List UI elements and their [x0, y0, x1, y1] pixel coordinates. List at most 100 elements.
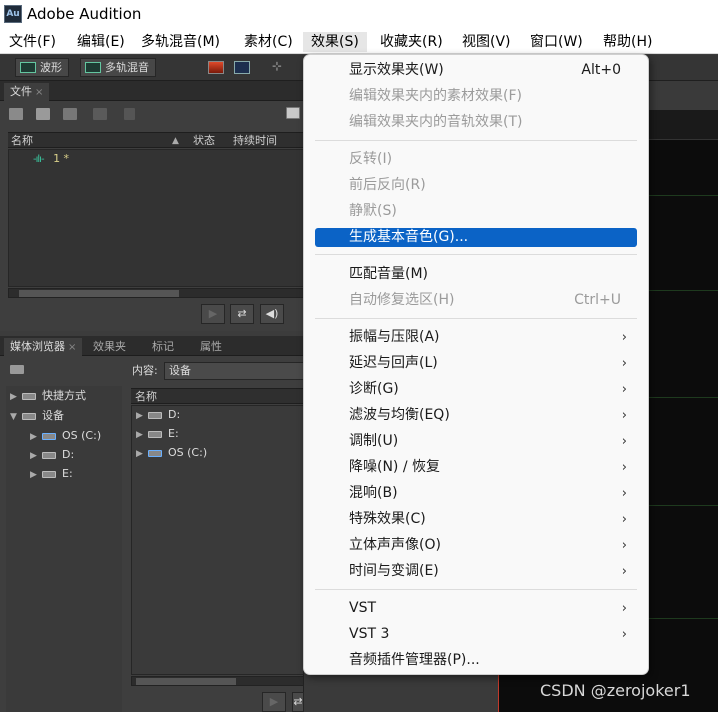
- files-toolbar: [0, 103, 303, 125]
- tree-item-shortcuts[interactable]: ▶ 快捷方式: [10, 387, 86, 405]
- tab-properties[interactable]: 属性: [194, 338, 228, 356]
- search-icon[interactable]: [286, 107, 300, 119]
- multitrack-view-label: 多轨混音: [105, 61, 149, 74]
- menu-file[interactable]: 文件(F): [8, 32, 57, 52]
- menu-item-label: VST 3: [349, 626, 390, 642]
- menu-item-filter-eq[interactable]: 滤波与均衡(EQ) ›: [315, 406, 637, 425]
- menu-item-generate-tones[interactable]: 生成基本音色(G)...: [315, 228, 637, 247]
- delete-icon[interactable]: [124, 108, 135, 120]
- menu-item-label: 时间与变调(E): [349, 563, 439, 579]
- move-tool-icon[interactable]: ⊹: [272, 60, 288, 73]
- menu-item-delay-echo[interactable]: 延迟与回声(L) ›: [315, 354, 637, 373]
- tab-markers[interactable]: 标记: [146, 338, 180, 356]
- expand-icon[interactable]: ▶: [10, 388, 22, 406]
- tree-item-devices[interactable]: ▼ 设备: [10, 407, 64, 425]
- open-file-icon[interactable]: [9, 108, 23, 120]
- close-icon[interactable]: ×: [35, 87, 43, 98]
- menu-item-label: 滤波与均衡(EQ): [349, 407, 450, 423]
- tree-item-drive-d[interactable]: ▶ D:: [30, 446, 74, 464]
- horizontal-scrollbar[interactable]: [8, 288, 304, 298]
- loop-button[interactable]: ⇄: [230, 304, 254, 324]
- device-icon: [22, 412, 36, 420]
- menu-item-diagnostics[interactable]: 诊断(G) ›: [315, 380, 637, 399]
- menu-item-vst3[interactable]: VST 3 ›: [315, 625, 637, 644]
- scrollbar-thumb[interactable]: [19, 290, 179, 297]
- tree-item-drive-c[interactable]: ▶ OS (C:): [30, 427, 101, 445]
- collapse-icon[interactable]: ▼: [10, 408, 22, 426]
- expand-icon[interactable]: ▶: [136, 445, 148, 463]
- menu-item-label: 振幅与压限(A): [349, 329, 440, 345]
- list-item[interactable]: ▶ D:: [136, 406, 180, 424]
- tab-media-browser[interactable]: 媒体浏览器 ×: [4, 338, 83, 356]
- menu-item-time-pitch[interactable]: 时间与变调(E) ›: [315, 562, 637, 581]
- menu-window[interactable]: 窗口(W): [529, 32, 584, 52]
- horizontal-scrollbar[interactable]: [131, 676, 304, 686]
- menu-edit[interactable]: 编辑(E): [76, 32, 126, 52]
- menu-item-match-volume[interactable]: 匹配音量(M): [315, 265, 637, 284]
- import-file-icon[interactable]: [36, 108, 50, 120]
- chevron-right-icon: ›: [621, 460, 627, 475]
- tree-item-label: E:: [62, 467, 73, 480]
- waveform-view-button[interactable]: 波形: [15, 58, 69, 77]
- menu-item-show-effects-rack[interactable]: 显示效果夹(W) Alt+0: [315, 61, 637, 80]
- menu-item-special[interactable]: 特殊效果(C) ›: [315, 510, 637, 529]
- menu-clip[interactable]: 素材(C): [243, 32, 294, 52]
- column-name[interactable]: 名称: [135, 389, 157, 405]
- drive-icon[interactable]: [10, 365, 24, 374]
- expand-icon[interactable]: ▶: [136, 426, 148, 444]
- content-label: 内容:: [132, 364, 158, 377]
- tab-files-label: 文件: [10, 85, 32, 98]
- menu-item-label: VST: [349, 600, 377, 616]
- pitch-display-icon[interactable]: [234, 61, 250, 74]
- tree-item-label: 设备: [42, 409, 64, 422]
- menu-item-reverb[interactable]: 混响(B) ›: [315, 484, 637, 503]
- menu-item-modulation[interactable]: 调制(U) ›: [315, 432, 637, 451]
- list-item[interactable]: ▶ E:: [136, 425, 179, 443]
- menu-multitrack[interactable]: 多轨混音(M): [140, 32, 221, 52]
- menu-help[interactable]: 帮助(H): [602, 32, 653, 52]
- list-item[interactable]: ▶ OS (C:): [136, 444, 207, 462]
- play-button[interactable]: ▶: [201, 304, 225, 324]
- column-status[interactable]: 状态: [193, 133, 215, 149]
- menu-item-plugin-manager[interactable]: 音频插件管理器(P)...: [315, 651, 637, 670]
- close-icon[interactable]: ×: [68, 342, 76, 353]
- column-name[interactable]: 名称: [11, 133, 33, 149]
- expand-icon[interactable]: ▶: [30, 428, 42, 446]
- menu-item-vst[interactable]: VST ›: [315, 599, 637, 618]
- menu-favorites[interactable]: 收藏夹(R): [379, 32, 444, 52]
- title-bar: Au Adobe Audition: [0, 0, 718, 30]
- play-button[interactable]: ▶: [262, 692, 286, 712]
- menu-view[interactable]: 视图(V): [461, 32, 512, 52]
- autoplay-button[interactable]: ◀): [260, 304, 284, 324]
- tree-item-drive-e[interactable]: ▶ E:: [30, 465, 73, 483]
- tab-effects-rack[interactable]: 效果夹: [87, 338, 132, 356]
- spectral-display-icon[interactable]: [208, 61, 224, 74]
- menu-effects[interactable]: 效果(S): [303, 32, 367, 52]
- scrollbar-thumb[interactable]: [136, 678, 236, 685]
- chevron-right-icon: ›: [621, 486, 627, 501]
- expand-icon[interactable]: ▶: [30, 466, 42, 484]
- insert-icon[interactable]: [93, 108, 107, 120]
- menu-item-noise-reduction[interactable]: 降噪(N) / 恢复 ›: [315, 458, 637, 477]
- sort-up-icon[interactable]: ▲: [172, 133, 179, 149]
- expand-icon[interactable]: ▶: [136, 407, 148, 425]
- menu-item-amplitude[interactable]: 振幅与压限(A) ›: [315, 328, 637, 347]
- files-list: -ılı- 1 *: [8, 149, 304, 287]
- menu-item-label: 音频插件管理器(P)...: [349, 652, 480, 668]
- chevron-right-icon: ›: [621, 330, 627, 345]
- content-select[interactable]: 设备: [164, 362, 304, 380]
- menu-item-stereo-imagery[interactable]: 立体声声像(O) ›: [315, 536, 637, 555]
- multitrack-view-button[interactable]: 多轨混音: [80, 58, 156, 77]
- file-name: 1 *: [53, 152, 70, 165]
- column-duration[interactable]: 持续时间: [233, 133, 277, 149]
- menu-separator: [315, 254, 637, 255]
- window-title: Adobe Audition: [27, 5, 142, 23]
- new-file-icon[interactable]: [63, 108, 77, 120]
- menu-item-label: 立体声声像(O): [349, 537, 441, 553]
- loop-button[interactable]: ⇄: [292, 692, 304, 712]
- expand-icon[interactable]: ▶: [30, 447, 42, 465]
- chevron-right-icon: ›: [621, 627, 627, 642]
- tab-files[interactable]: 文件 ×: [4, 83, 50, 101]
- menu-item-label: 编辑效果夹内的音轨效果(T): [349, 114, 523, 130]
- list-item[interactable]: -ılı- 1 *: [33, 150, 69, 168]
